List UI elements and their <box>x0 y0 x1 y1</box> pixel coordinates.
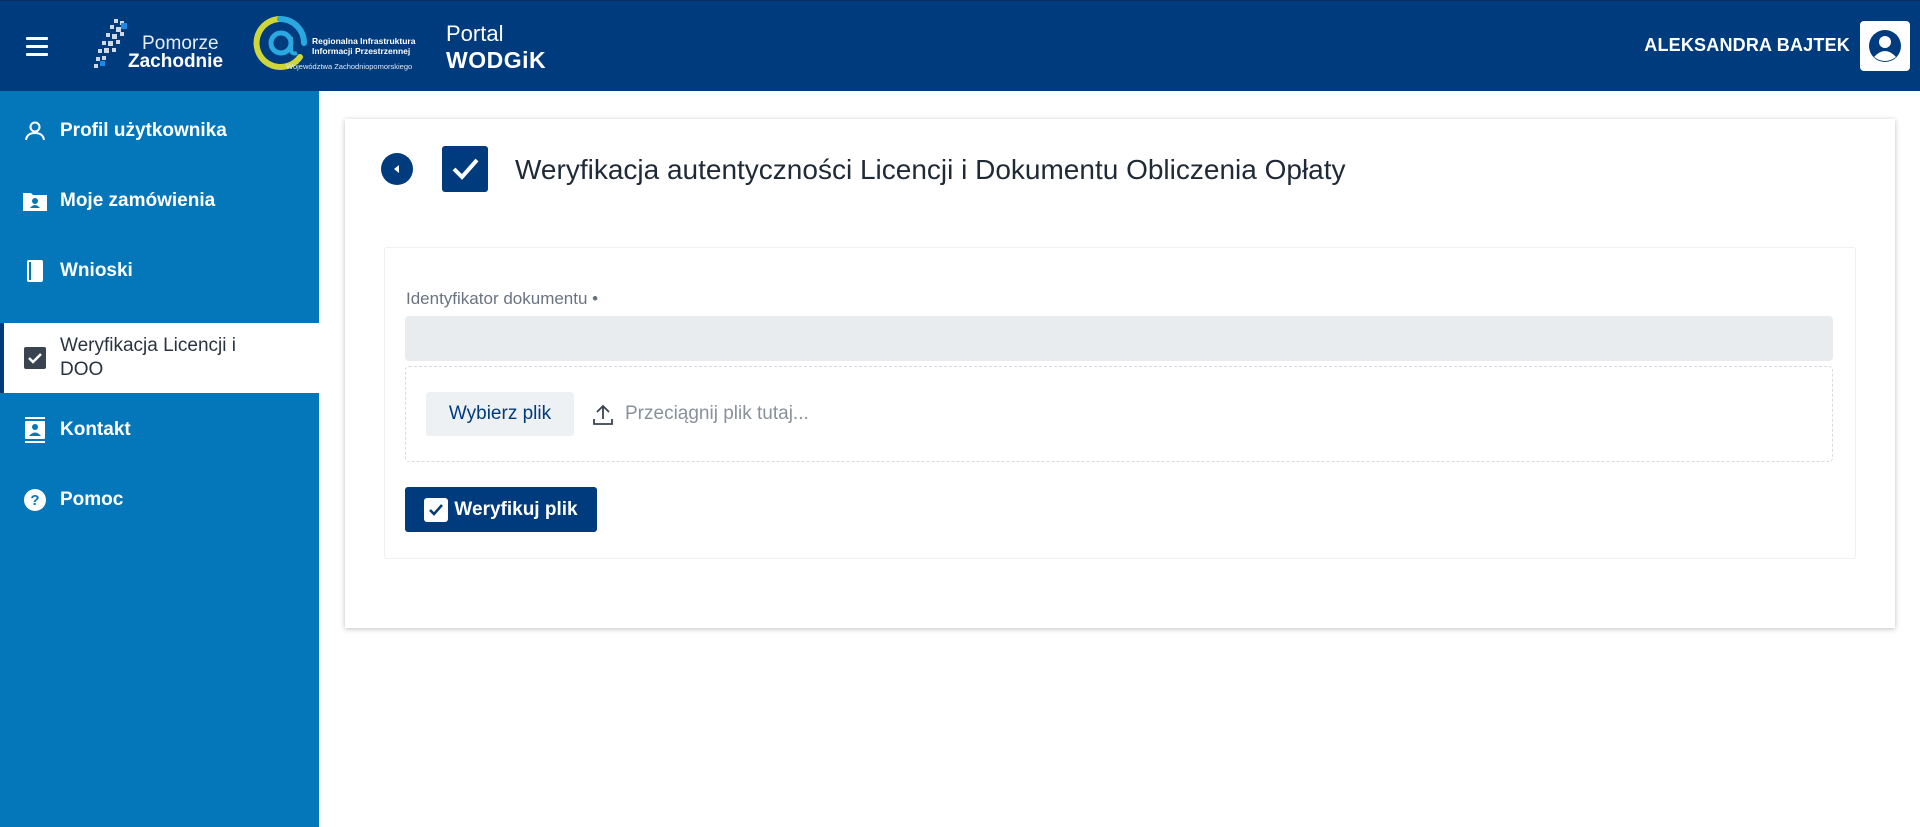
sidebar-item-orders[interactable]: Moje zamówienia <box>0 181 319 221</box>
folder-user-icon <box>22 188 48 214</box>
sidebar-item-label: Moje zamówienia <box>60 190 216 211</box>
question-circle-icon: ? <box>22 487 48 513</box>
verification-form: Identyfikator dokumentu • Wybierz plik P… <box>384 247 1856 559</box>
user-avatar-button[interactable] <box>1860 21 1910 71</box>
verify-file-button[interactable]: Weryfikuj plik <box>405 487 597 532</box>
portal-wodgik-logo[interactable]: Portal WODGiK <box>446 21 546 73</box>
wodgik-label: WODGiK <box>446 47 547 73</box>
book-icon <box>22 258 48 284</box>
upload-icon <box>593 404 613 425</box>
top-header: Pomorze Zachodnie Regionalna Infrastrukt… <box>0 0 1920 91</box>
drop-hint-text: Przeciągnij plik tutaj... <box>625 403 809 424</box>
menu-line <box>26 52 48 56</box>
checkbox-icon <box>22 345 48 371</box>
riip-logo[interactable]: Regionalna Infrastruktura Informacji Prz… <box>250 13 425 75</box>
riip-line1: Regionalna Infrastruktura <box>312 36 416 46</box>
sidebar-item-label: Kontakt <box>60 419 131 440</box>
document-id-label: Identyfikator dokumentu • <box>406 289 599 308</box>
document-id-input[interactable] <box>405 316 1833 361</box>
sidebar-item-requests[interactable]: Wnioski <box>0 251 319 291</box>
verification-card: Weryfikacja autentyczności Licencji i Do… <box>345 119 1895 628</box>
page-title: Weryfikacja autentyczności Licencji i Do… <box>515 154 1346 185</box>
pomorze-zachodnie-logo[interactable]: Pomorze Zachodnie <box>90 15 224 73</box>
contact-book-icon <box>22 417 48 443</box>
caret-left-icon <box>394 165 399 173</box>
sidebar-item-label: Profil użytkownika <box>60 120 227 141</box>
sidebar-item-verification[interactable]: Weryfikacja Licencji i DOO <box>0 323 319 393</box>
sidebar-item-label: Wnioski <box>60 260 133 281</box>
riip-line3: Województwa Zachodniopomorskiego <box>286 62 413 71</box>
hamburger-menu-icon[interactable] <box>22 33 52 59</box>
choose-file-button[interactable]: Wybierz plik <box>426 392 574 436</box>
riip-line2: Informacji Przestrzennej <box>312 46 411 56</box>
svg-text:?: ? <box>30 492 39 509</box>
menu-line <box>26 44 48 48</box>
verify-file-label: Weryfikuj plik <box>454 498 578 520</box>
user-name[interactable]: ALEKSANDRA BAJTEK <box>1644 35 1850 56</box>
user-icon <box>22 118 48 144</box>
file-drop-zone[interactable]: Wybierz plik Przeciągnij plik tutaj... <box>405 366 1833 462</box>
menu-line <box>26 36 48 40</box>
sidebar-item-contact[interactable]: Kontakt <box>0 410 319 450</box>
logo-zachodnie-text: Zachodnie <box>128 51 224 72</box>
sidebar-item-label: Pomoc <box>60 489 124 510</box>
checkbox-icon <box>424 497 449 522</box>
sidebar-item-label: Weryfikacja Licencji i DOO <box>60 335 236 380</box>
back-button[interactable] <box>381 153 413 185</box>
title-checkbox-icon <box>442 146 488 192</box>
user-circle-icon <box>1869 30 1901 62</box>
sidebar-item-help[interactable]: ? Pomoc <box>0 480 319 520</box>
portal-label: Portal <box>446 21 504 46</box>
sidebar-item-profile[interactable]: Profil użytkownika <box>0 111 319 151</box>
sidebar: Profil użytkownika Moje zamówienia Wnios… <box>0 91 319 827</box>
